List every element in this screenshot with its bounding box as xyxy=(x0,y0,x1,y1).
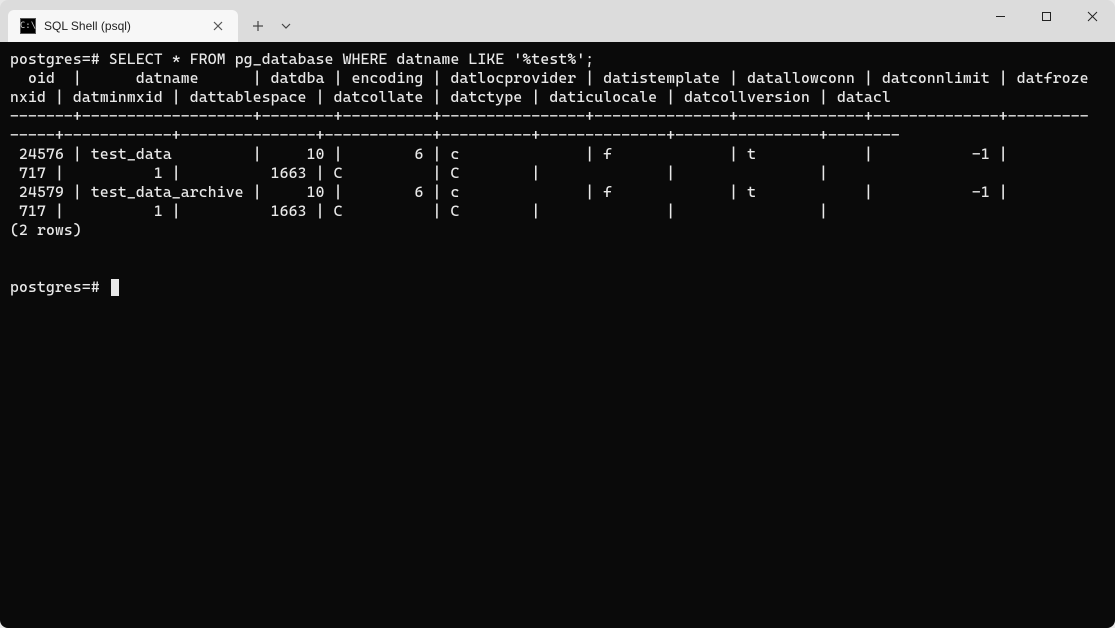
tab-title: SQL Shell (psql) xyxy=(44,19,210,33)
table-separator-line2: -----+------------+---------------+-----… xyxy=(10,126,900,144)
table-row: 717 | 1 | 1663 | C | C | | | xyxy=(10,202,828,220)
minimize-icon xyxy=(995,11,1006,22)
close-window-button[interactable] xyxy=(1069,0,1115,32)
tab-active[interactable]: C:\ SQL Shell (psql) xyxy=(8,10,238,42)
close-icon xyxy=(213,21,223,31)
prompt: postgres=# xyxy=(10,50,100,68)
maximize-button[interactable] xyxy=(1023,0,1069,32)
tab-area: C:\ SQL Shell (psql) xyxy=(0,0,300,42)
maximize-icon xyxy=(1041,11,1052,22)
table-row: 24579 | test_data_archive | 10 | 6 | c |… xyxy=(10,183,1008,201)
close-tab-button[interactable] xyxy=(210,18,226,34)
plus-icon xyxy=(252,20,264,32)
table-separator-line1: -------+-------------------+--------+---… xyxy=(10,107,1089,125)
table-row: 717 | 1 | 1663 | C | C | | | xyxy=(10,164,828,182)
titlebar: C:\ SQL Shell (psql) xyxy=(0,0,1115,42)
window-controls xyxy=(977,0,1115,32)
terminal-icon: C:\ xyxy=(20,18,36,34)
minimize-button[interactable] xyxy=(977,0,1023,32)
new-tab-button[interactable] xyxy=(244,12,272,40)
prompt: postgres=# xyxy=(10,278,100,296)
cursor xyxy=(111,279,119,296)
table-header-line2: nxid | datminmxid | dattablespace | datc… xyxy=(10,88,891,106)
close-icon xyxy=(1087,11,1098,22)
table-header-line1: oid | datname | datdba | encoding | datl… xyxy=(10,69,1089,87)
table-row: 24576 | test_data | 10 | 6 | c | f | t |… xyxy=(10,145,1008,163)
tab-dropdown-button[interactable] xyxy=(272,12,300,40)
row-count: (2 rows) xyxy=(10,221,82,239)
terminal-output[interactable]: postgres=# SELECT * FROM pg_database WHE… xyxy=(0,42,1115,628)
sql-query: SELECT * FROM pg_database WHERE datname … xyxy=(109,50,594,68)
chevron-down-icon xyxy=(281,23,291,29)
